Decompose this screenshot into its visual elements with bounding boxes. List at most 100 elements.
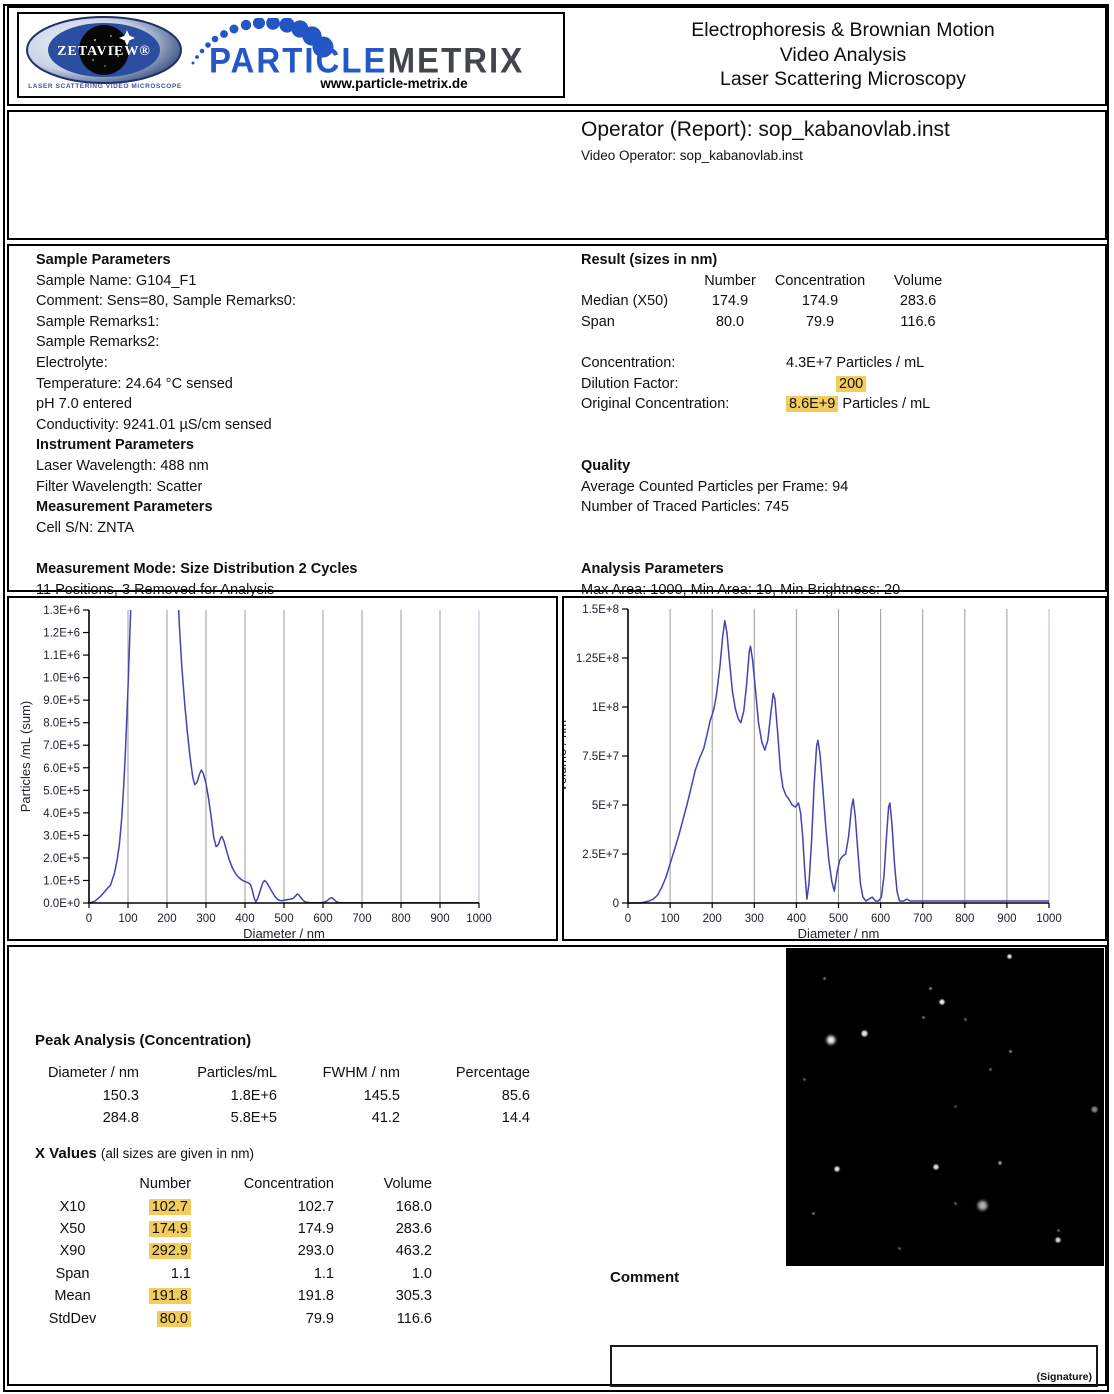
x-values-volume: 168.0 <box>334 1195 432 1217</box>
svg-text:1.0E+6: 1.0E+6 <box>43 673 80 685</box>
svg-text:1.0E+5: 1.0E+5 <box>43 875 80 887</box>
result-extra-label: Original Concentration: <box>581 394 729 415</box>
x-values-number: 191.8 <box>110 1285 191 1307</box>
particle-dot <box>922 1016 925 1019</box>
particle-dot <box>823 977 826 980</box>
x-values-concentration: 102.7 <box>191 1195 334 1217</box>
svg-text:4.0E+5: 4.0E+5 <box>43 808 80 820</box>
svg-text:3.0E+5: 3.0E+5 <box>43 830 80 842</box>
svg-text:2.0E+5: 2.0E+5 <box>43 853 80 865</box>
highlighted-value: 200 <box>836 376 866 392</box>
comment-label: Comment <box>610 1269 679 1286</box>
measurement-parameters-lines: Cell S/N: ZNTA <box>36 518 556 539</box>
parameters-band: Sample Parameters Sample Name: G104_F1Co… <box>7 244 1107 592</box>
x-values-row: X50174.9174.9283.6 <box>35 1218 432 1240</box>
svg-text:200: 200 <box>157 913 176 925</box>
result-value: 116.6 <box>879 312 957 333</box>
signature-label: (Signature) <box>1037 1371 1092 1383</box>
peak-col-header: Particles/mL <box>139 1062 277 1084</box>
peak-value: 85.6 <box>400 1084 530 1106</box>
svg-text:Particles /mL (sum): Particles /mL (sum) <box>18 701 33 812</box>
svg-text:7.5E+7: 7.5E+7 <box>582 751 619 763</box>
particle-dot <box>954 1202 957 1205</box>
result-value: 79.9 <box>761 312 879 333</box>
result-row: Span80.079.9116.6 <box>581 312 957 333</box>
title-line-3: Laser Scattering Microscopy <box>579 67 1107 92</box>
result-table: NumberConcentrationVolumeMedian (X50)174… <box>581 271 957 333</box>
scatter-video-frame <box>786 948 1104 1266</box>
svg-text:1.2E+6: 1.2E+6 <box>43 628 80 640</box>
x-values-col-header: Volume <box>334 1173 432 1195</box>
svg-text:0: 0 <box>625 913 631 925</box>
svg-text:9.0E+5: 9.0E+5 <box>43 695 80 707</box>
concentration-distribution-chart: 010020030040050060070080090010000.0E+01.… <box>9 598 556 939</box>
x-values-row: StdDev80.079.9116.6 <box>35 1307 432 1329</box>
title-line-1: Electrophoresis & Brownian Motion <box>579 18 1107 43</box>
peak-value: 1.8E+6 <box>139 1084 277 1106</box>
svg-text:800: 800 <box>391 913 410 925</box>
result-extra-rows: Concentration:4.3E+7 Particles / mLDilut… <box>581 353 1101 415</box>
result-extra-row: Dilution Factor: 200 <box>581 374 1101 395</box>
particle-dot <box>998 1161 1002 1165</box>
result-row: Median (X50)174.9174.9283.6 <box>581 291 957 312</box>
title-line-2: Video Analysis <box>579 43 1107 68</box>
zetaview-logo-icon: ZETAVIEW® <box>23 16 185 84</box>
result-col-header: Number <box>699 271 761 292</box>
x-values-concentration: 191.8 <box>191 1285 334 1307</box>
sample-parameter-line: Conductivity: 9241.01 µS/cm sensed <box>36 415 556 436</box>
quality-lines: Average Counted Particles per Frame: 94N… <box>581 477 1101 518</box>
svg-text:400: 400 <box>787 913 806 925</box>
svg-text:1.5E+8: 1.5E+8 <box>582 604 619 616</box>
highlighted-value: 174.9 <box>149 1221 191 1237</box>
concentration-chart-panel: 010020030040050060070080090010000.0E+01.… <box>7 596 558 941</box>
sample-parameter-line: pH 7.0 entered <box>36 394 556 415</box>
result-row-label: Span <box>581 312 699 333</box>
svg-text:7.0E+5: 7.0E+5 <box>43 740 80 752</box>
peak-value: 145.5 <box>277 1084 400 1106</box>
signature-box: (Signature) <box>610 1345 1098 1387</box>
quality-line: Average Counted Particles per Frame: 94 <box>581 477 1101 498</box>
svg-text:1000: 1000 <box>1036 913 1062 925</box>
x-values-col-header <box>35 1173 110 1195</box>
result-extra-row: Original Concentration:8.6E+9 Particles … <box>581 394 1101 415</box>
header-band: ZETAVIEW® LASER SCATTERING VIDEO MICROSC… <box>7 6 1107 106</box>
website-text: www.particle-metrix.de <box>229 76 559 91</box>
measurement-parameters-heading: Measurement Parameters <box>36 497 556 518</box>
bottom-band: Peak Analysis (Concentration) Diameter /… <box>7 945 1107 1386</box>
x-values-row-label: Span <box>35 1263 110 1285</box>
svg-text:Volume / nm: Volume / nm <box>564 720 569 792</box>
particle-dot <box>933 1164 939 1170</box>
svg-text:500: 500 <box>274 913 293 925</box>
svg-text:ZETAVIEW®: ZETAVIEW® <box>57 44 151 59</box>
report-title: Electrophoresis & Brownian Motion Video … <box>579 18 1107 92</box>
result-value: 174.9 <box>761 291 879 312</box>
peak-analysis-table: Diameter / nmParticles/mLFWHM / nmPercen… <box>35 1062 530 1129</box>
particle-dot <box>939 999 945 1005</box>
svg-text:1.1E+6: 1.1E+6 <box>43 650 80 662</box>
result-extra-label: Dilution Factor: <box>581 374 679 395</box>
peak-col-header: Diameter / nm <box>35 1062 139 1084</box>
x-values-heading: X Values (all sizes are given in nm) <box>35 1145 254 1162</box>
x-values-note: (all sizes are given in nm) <box>101 1146 254 1161</box>
peak-value: 14.4 <box>400 1107 530 1129</box>
x-values-volume: 463.2 <box>334 1240 432 1262</box>
peak-value: 284.8 <box>35 1107 139 1129</box>
x-values-volume: 305.3 <box>334 1285 432 1307</box>
result-col-header: Volume <box>879 271 957 292</box>
svg-text:800: 800 <box>955 913 974 925</box>
x-values-row: Mean191.8191.8305.3 <box>35 1285 432 1307</box>
svg-text:200: 200 <box>703 913 722 925</box>
sample-parameters-lines: Sample Name: G104_F1Comment: Sens=80, Sa… <box>36 271 556 436</box>
svg-text:0: 0 <box>613 898 619 910</box>
result-row-label: Median (X50) <box>581 291 699 312</box>
particle-dot <box>1007 954 1012 959</box>
svg-text:1.3E+6: 1.3E+6 <box>43 605 80 617</box>
particle-dot <box>989 1068 992 1071</box>
x-values-concentration: 79.9 <box>191 1307 334 1329</box>
svg-text:600: 600 <box>871 913 890 925</box>
particle-dot <box>1055 1237 1061 1243</box>
result-section: Result (sizes in nm) NumberConcentration… <box>581 250 1101 600</box>
svg-text:0: 0 <box>86 913 92 925</box>
x-values-row-label: X90 <box>35 1240 110 1262</box>
result-extra-value: 200 <box>836 374 866 395</box>
